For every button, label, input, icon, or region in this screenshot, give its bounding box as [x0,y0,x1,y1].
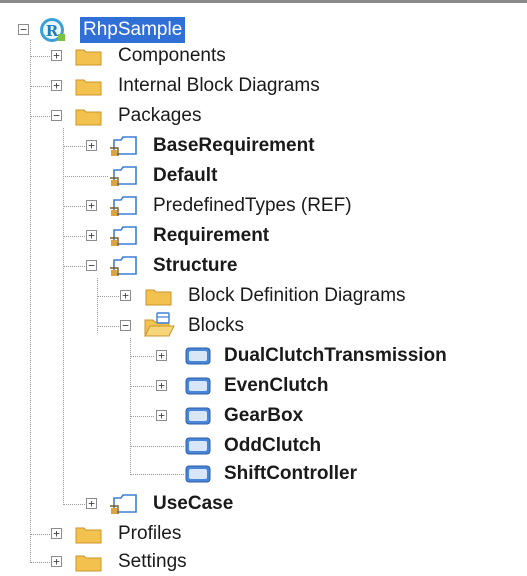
package-icon [110,256,137,276]
tree-item-label[interactable]: Block Definition Diagrams [188,283,406,309]
tree-item-usecase[interactable]: + UseCase [0,490,527,518]
tree-branch-line [30,86,50,87]
expand-toggle-icon[interactable]: + [156,410,167,421]
tree-item-label[interactable]: EvenClutch [224,373,329,399]
tree-item-gearbox[interactable]: + GearBox [0,402,527,430]
expand-toggle-icon[interactable]: + [86,200,97,211]
block-icon [185,377,211,395]
tree-item-label[interactable]: Structure [153,253,237,279]
tree-item-evenclutch[interactable]: + EvenClutch [0,372,527,400]
tree-item-label[interactable]: Internal Block Diagrams [118,73,320,99]
tree-item-structure[interactable]: − Structure [0,252,527,280]
expand-toggle-icon[interactable]: + [51,50,62,61]
block-icon [185,347,211,365]
tree-branch-line [130,446,184,447]
collapse-toggle-icon[interactable]: − [120,320,131,331]
package-icon [110,136,137,156]
collapse-toggle-icon[interactable]: − [86,260,97,271]
expand-toggle-icon[interactable]: + [86,140,97,151]
tree-branch-line [97,326,119,327]
tree-item-block-definition-diagrams[interactable]: + Block Definition Diagrams [0,282,527,310]
expand-toggle-icon[interactable]: + [51,80,62,91]
tree-branch-line [63,176,108,177]
tree-item-label[interactable]: Components [118,43,226,69]
tree-item-label[interactable]: OddClutch [224,433,321,459]
tree-item-label[interactable]: Blocks [188,313,244,339]
expand-toggle-icon[interactable]: + [156,350,167,361]
tree-item-profiles[interactable]: + Profiles [0,520,527,548]
tree-item-dualclutchtransmission[interactable]: + DualClutchTransmission [0,342,527,370]
tree-item-label[interactable]: DualClutchTransmission [224,343,447,369]
expand-toggle-icon[interactable]: + [156,380,167,391]
block-icon [185,465,211,483]
tree-root-label[interactable]: RhpSample [80,17,186,43]
tree-item-oddclutch[interactable]: OddClutch [0,432,527,460]
tree-branch-line [130,356,154,357]
collapse-toggle-icon[interactable]: − [51,110,62,121]
package-icon [110,166,137,186]
expand-toggle-icon[interactable]: + [120,290,131,301]
tree-branch-line [63,266,85,267]
rhapsody-project-icon: R [40,18,65,42]
folder-icon [75,527,102,544]
tree-branch-line [63,146,85,147]
folder-open-icon [144,312,175,337]
tree-branch-line [30,562,50,563]
folder-icon [75,49,102,66]
folder-icon [75,109,102,126]
tree-item-label[interactable]: UseCase [153,491,233,517]
package-icon [110,226,137,246]
expand-toggle-icon[interactable]: + [51,556,62,567]
tree-branch-line [130,386,154,387]
tree-item-label[interactable]: Requirement [153,223,269,249]
tree-item-label[interactable]: Default [153,163,217,189]
tree-branch-line [63,206,85,207]
model-browser-tree[interactable]: − R RhpSample + Components + Internal Bl… [0,0,527,575]
folder-icon [75,79,102,96]
folder-icon [145,289,172,306]
tree-root-row[interactable]: − R RhpSample [0,16,527,44]
block-icon [185,437,211,455]
tree-branch-line [63,504,85,505]
tree-item-blocks[interactable]: − Blocks [0,312,527,340]
tree-branch-line [30,116,50,117]
expand-toggle-icon[interactable]: + [51,528,62,539]
tree-item-internal-block-diagrams[interactable]: + Internal Block Diagrams [0,72,527,100]
package-icon [110,494,137,514]
expand-toggle-icon[interactable]: + [86,498,97,509]
tree-item-components[interactable]: + Components [0,42,527,70]
svg-text:R: R [46,22,59,40]
tree-item-settings[interactable]: + Settings [0,548,527,576]
tree-branch-line [30,56,50,57]
tree-branch-line [130,416,154,417]
tree-item-label[interactable]: ShiftController [224,461,357,487]
tree-item-label[interactable]: Profiles [118,521,181,547]
block-icon [185,407,211,425]
tree-item-label[interactable]: PredefinedTypes (REF) [153,193,352,219]
expand-toggle-icon[interactable]: + [86,230,97,241]
tree-item-default[interactable]: Default [0,162,527,190]
tree-item-packages[interactable]: − Packages [0,102,527,130]
tree-item-requirement[interactable]: + Requirement [0,222,527,250]
tree-item-label[interactable]: GearBox [224,403,303,429]
tree-item-label[interactable]: Settings [118,549,187,575]
tree-item-label[interactable]: BaseRequirement [153,133,315,159]
tree-item-baserequirement[interactable]: + BaseRequirement [0,132,527,160]
tree-item-shiftcontroller[interactable]: ShiftController [0,460,527,488]
tree-item-predefinedtypes[interactable]: + PredefinedTypes (REF) [0,192,527,220]
folder-icon [75,555,102,572]
collapse-toggle-icon[interactable]: − [18,24,29,35]
tree-item-label[interactable]: Packages [118,103,201,129]
tree-branch-line [30,534,50,535]
tree-branch-line [97,296,119,297]
package-icon [110,196,137,216]
tree-branch-line [130,474,184,475]
tree-branch-line [63,236,85,237]
